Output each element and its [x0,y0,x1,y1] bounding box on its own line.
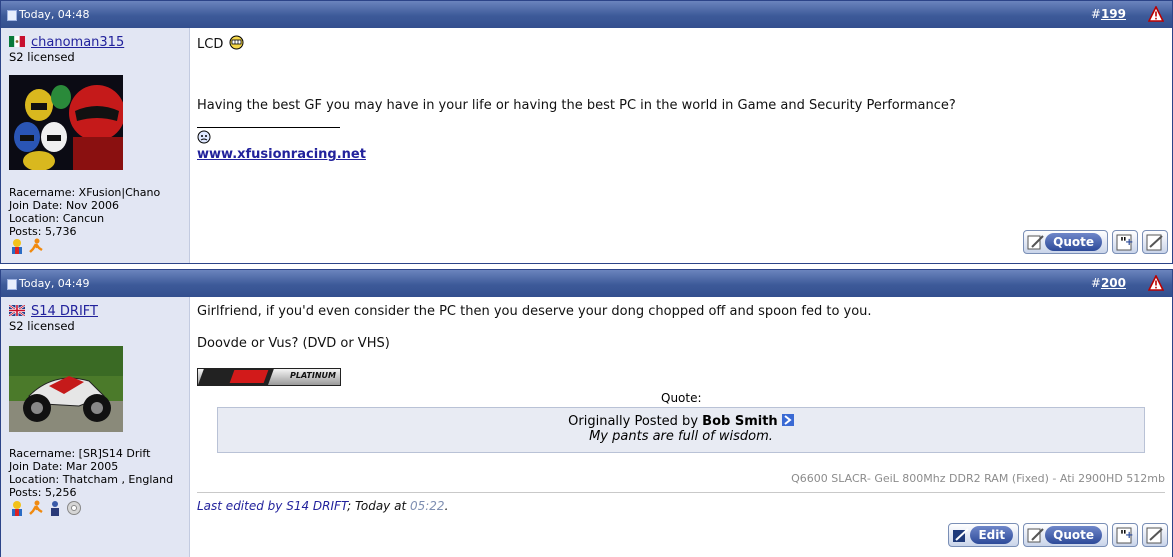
racername: Racername: [SR]S14 Drift [9,447,151,460]
helper-icon [51,501,59,516]
runner-icon [29,238,43,253]
post-line-2: Having the best GF you may have in your … [197,98,956,113]
edited-note: Last edited by S14 DRIFT; Today at 05:22… [197,499,448,513]
post-200: Today, 04:49 #200 S14 DRIFT S2 licensed … [0,269,1173,557]
smiley-icon [229,35,244,50]
runner-icon [29,500,43,515]
uk-flag-icon [9,305,25,316]
report-post-icon[interactable] [1148,6,1164,22]
edit-button-label: Edit [970,526,1014,544]
edited-mid: ; Today at [347,499,407,513]
mexico-flag-icon [9,36,25,47]
post-date: Today, 04:49 [19,277,90,290]
quote-author: Bob Smith [702,414,778,429]
team-banner: PLATINUM [197,368,341,386]
multi-quote-icon: "+ [1116,527,1133,544]
signature-link[interactable]: www.xfusionracing.net [197,147,366,162]
post-header: Today, 04:49 #200 [1,270,1172,297]
post-content: LCD Having the best GF you may have in y… [190,28,1172,263]
report-post-icon[interactable] [1148,275,1164,291]
username-row: chanoman315 [9,35,124,50]
quote-button[interactable]: Quote [1023,230,1108,254]
quote-pencil-icon [1027,528,1044,543]
user-info: Racername: [SR]S14 Drift Join Date: Mar … [9,447,173,499]
quote-button-label: Quote [1045,233,1102,251]
user-title: S2 licensed [9,319,75,333]
post-199: Today, 04:48 #199 chanoman315 S2 license… [0,0,1173,264]
quick-reply-button[interactable] [1142,523,1168,547]
quick-reply-icon [1146,527,1163,544]
post-hash: # [1090,276,1101,290]
post-icon [7,10,17,21]
post-number-link[interactable]: 200 [1101,276,1126,290]
post-buttons: Edit Quote " + [948,523,1168,547]
edited-by-link[interactable]: Last edited by S14 DRIFT [197,499,347,513]
user-avatar[interactable] [9,75,123,170]
edit-button[interactable]: Edit [948,523,1020,547]
quote-box: Originally Posted by Bob Smith My pants … [217,407,1145,453]
svg-text:+: + [1125,530,1133,541]
post-number-link[interactable]: 199 [1101,7,1126,21]
edited-end: . [444,499,449,513]
quick-reply-button[interactable] [1142,230,1168,254]
quote-pencil-icon [1027,235,1044,250]
post-buttons: Quote " + [1023,230,1168,254]
edited-divider [197,492,1165,493]
post-count: Posts: 5,736 [9,225,77,238]
user-title: S2 licensed [9,50,75,64]
post-text: LCD [197,37,224,52]
location: Location: Cancun [9,212,105,225]
signature-text: Q6600 SLACR- GeiL 800Mhz DDR2 RAM (Fixed… [791,472,1165,485]
username-link[interactable]: S14 DRIFT [31,304,98,319]
post-line-1: Girlfriend, if you'd even consider the P… [197,304,872,319]
post-icon [7,279,17,290]
svg-text:+: + [1125,237,1133,248]
award-icon [12,501,22,516]
username-link[interactable]: chanoman315 [31,35,124,50]
award-icon [12,239,22,254]
quote-prefix: Originally Posted by [568,414,699,429]
user-badges [9,238,44,254]
quote-label: Quote: [661,391,702,405]
multi-quote-button[interactable]: " + [1112,230,1138,254]
user-badges [9,500,82,516]
edited-time: 05:22 [409,499,445,513]
quick-reply-icon [1146,234,1163,251]
post-date: Today, 04:48 [19,8,90,21]
signature-link-row: www.xfusionracing.net [197,147,366,162]
signature-divider [197,127,340,128]
post-number-container: #199 [1091,7,1126,21]
post-count: Posts: 5,256 [9,486,77,499]
sad-smiley-icon [197,130,211,144]
user-info: Racername: XFusion|Chano Join Date: Nov … [9,186,160,238]
post-hash: # [1090,7,1101,21]
multi-quote-button[interactable]: " + [1112,523,1138,547]
post-content: Girlfriend, if you'd even consider the P… [190,297,1172,557]
wheel-icon [67,501,81,515]
post-line-1: LCD [197,35,244,52]
user-sidebar: chanoman315 S2 licensed Racername: XFusi… [1,28,190,263]
quote-button-label: Quote [1045,526,1102,544]
username-row: S14 DRIFT [9,304,98,319]
post-number-container: #200 [1091,276,1126,290]
quote-button[interactable]: Quote [1023,523,1108,547]
racername: Racername: XFusion|Chano [9,186,161,199]
join-date: Join Date: Nov 2006 [9,199,119,212]
location: Location: Thatcham , England [9,473,174,486]
post-header: Today, 04:48 #199 [1,1,1172,28]
user-sidebar: S14 DRIFT S2 licensed Racername: [SR]S14… [1,297,190,557]
post-line-2: Doovde or Vus? (DVD or VHS) [197,336,390,351]
view-post-icon[interactable] [781,414,794,426]
banner-text: PLATINUM [290,371,336,380]
multi-quote-icon: "+ [1116,234,1133,251]
edit-pencil-icon [953,528,970,542]
quote-header: Originally Posted by Bob Smith [218,414,1144,429]
quote-text: My pants are full of wisdom. [589,429,773,444]
user-avatar[interactable] [9,346,123,432]
join-date: Join Date: Mar 2005 [9,460,119,473]
banner-logo [229,370,269,383]
